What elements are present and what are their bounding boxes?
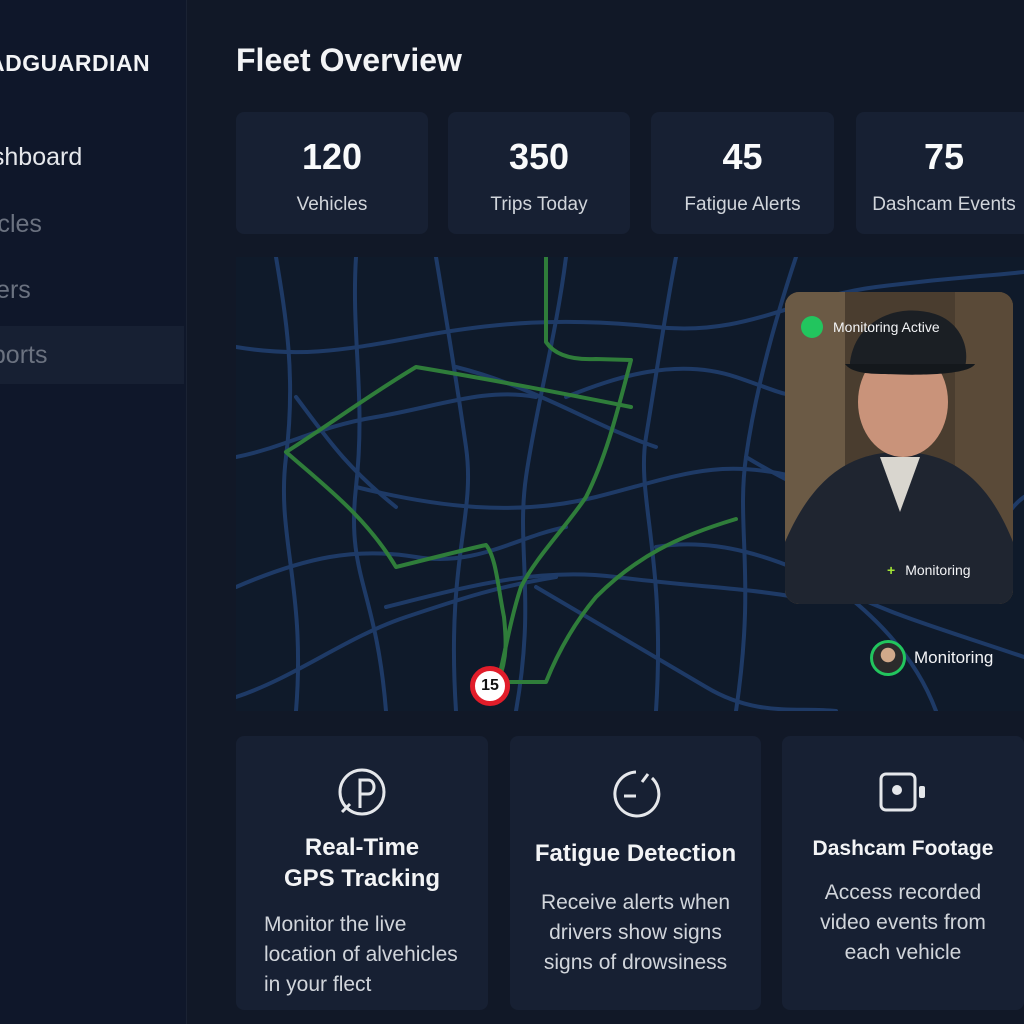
sidebar-item-dashboard[interactable]: oshboard: [0, 128, 184, 186]
feature-desc: video events from: [820, 911, 986, 934]
sidebar-item-label: eports: [0, 341, 48, 369]
stat-value: 120: [301, 136, 363, 177]
stat-value: 45: [722, 136, 763, 177]
camera-footer-label: Monitoring: [905, 562, 971, 578]
sidebar-item-drivers[interactable]: ivers: [0, 261, 184, 319]
status-dot-icon: [801, 316, 823, 338]
feature-desc: in your flect: [264, 973, 372, 996]
monitoring-badge-label: Monitoring: [914, 648, 994, 667]
feature-card-gps[interactable]: Real-Time GPS Tracking Monitor the live …: [236, 736, 488, 1010]
gps-pin-icon: [338, 768, 386, 816]
stat-label: Fatigue Alerts: [684, 194, 801, 215]
brand-logo: ADGUARDIAN: [0, 50, 151, 76]
feature-title: Dashcam Footage: [812, 837, 994, 860]
sidebar: ADGUARDIAN oshboard hicles ivers eports: [0, 0, 187, 1024]
sidebar-item-label: oshboard: [0, 143, 83, 171]
gauge-icon: [612, 770, 660, 818]
avatar: [870, 640, 906, 676]
feature-desc: signs of drowsiness: [543, 951, 728, 974]
sidebar-item-label: ivers: [0, 276, 31, 304]
stat-value: 350: [508, 136, 570, 177]
driver-video-frame: [785, 292, 1013, 604]
stat-label: Dashcam Events: [872, 194, 1016, 215]
sidebar-item-vehicles[interactable]: hicles: [0, 195, 184, 253]
stat-value: 75: [923, 136, 965, 177]
feature-desc: Receive alerts when: [540, 891, 731, 914]
feature-title: GPS Tracking: [283, 865, 441, 892]
driver-camera-feed[interactable]: Monitoring Active + Monitoring: [785, 292, 1013, 604]
sidebar-item-reports[interactable]: eports: [0, 326, 184, 384]
feature-desc: each vehicle: [844, 941, 962, 964]
feature-title: Fatigue Detection: [534, 840, 737, 867]
feature-desc: Monitor the live: [264, 913, 407, 936]
sidebar-item-label: hicles: [0, 210, 42, 238]
plus-icon: +: [887, 562, 896, 578]
camera-footer: + Monitoring: [887, 562, 971, 578]
speed-limit-sign: 15: [470, 666, 510, 706]
stat-card-dashcam-events[interactable]: 75 Dashcam Events: [856, 112, 1024, 234]
stat-card-trips[interactable]: 350 Trips Today: [448, 112, 630, 234]
feature-desc: Access recorded: [824, 881, 982, 904]
feature-title: Real-Time: [304, 834, 420, 861]
feature-desc: drivers show signs: [549, 921, 722, 944]
driver-monitoring-badge[interactable]: Monitoring: [870, 640, 993, 676]
camera-status: Monitoring Active: [801, 316, 940, 338]
feature-card-fatigue[interactable]: Fatigue Detection Receive alerts when dr…: [510, 736, 761, 1010]
page-title: Fleet Overview: [236, 42, 462, 78]
feature-desc: location of alvehicles: [264, 943, 458, 966]
camera-status-label: Monitoring Active: [833, 319, 940, 335]
feature-card-dashcam[interactable]: Dashcam Footage Access recorded video ev…: [782, 736, 1024, 1010]
stat-label: Trips Today: [490, 194, 588, 215]
stat-card-vehicles[interactable]: 120 Vehicles: [236, 112, 428, 234]
stat-label: Vehicles: [296, 194, 368, 215]
stat-card-fatigue-alerts[interactable]: 45 Fatigue Alerts: [651, 112, 834, 234]
dashcam-icon: [879, 772, 925, 812]
